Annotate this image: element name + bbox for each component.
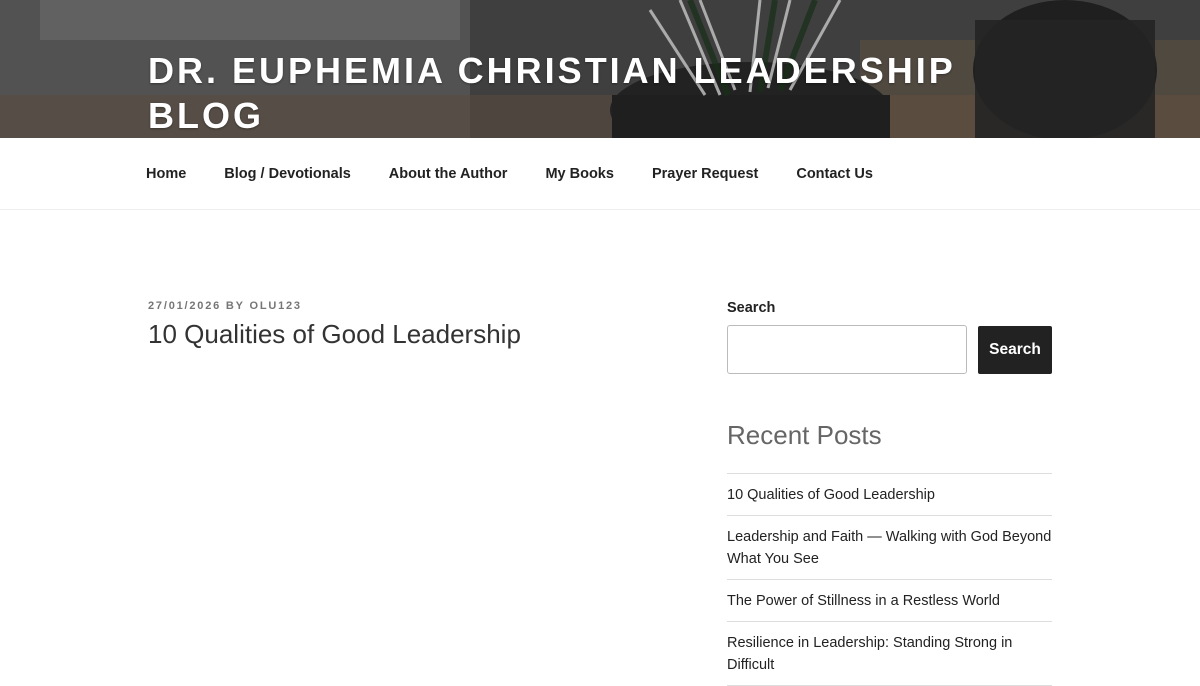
nav-link-about-author[interactable]: About the Author [370, 158, 527, 190]
recent-post-link[interactable]: Resilience in Leadership: Standing Stron… [727, 635, 1012, 673]
nav-link-prayer-request[interactable]: Prayer Request [633, 158, 777, 190]
search-input[interactable] [727, 325, 967, 374]
search-form: Search [727, 325, 1052, 374]
post-title[interactable]: 10 Qualities of Good Leadership [148, 319, 521, 350]
nav-link-contact-us[interactable]: Contact Us [777, 158, 892, 190]
main-navigation: Home Blog / Devotionals About the Author… [0, 138, 1200, 210]
nav-item-home: Home [127, 158, 205, 190]
search-label: Search [727, 300, 776, 316]
list-item: Leadership and Faith — Walking with God … [727, 516, 1052, 580]
post-author[interactable]: OLU123 [249, 300, 301, 312]
recent-post-link[interactable]: 10 Qualities of Good Leadership [727, 487, 935, 503]
site-header: DR. EUPHEMIA CHRISTIAN LEADERSHIP BLOG [0, 0, 1200, 138]
list-item: Resilience in Leadership: Standing Stron… [727, 622, 1052, 686]
post-byline-label: BY [225, 300, 245, 312]
site-title[interactable]: DR. EUPHEMIA CHRISTIAN LEADERSHIP BLOG [148, 48, 1008, 138]
recent-posts-heading: Recent Posts [727, 420, 882, 450]
nav-item-blog: Blog / Devotionals [205, 158, 370, 190]
nav-item-prayer: Prayer Request [633, 158, 777, 190]
sidebar: Search Search Recent Posts 10 Qualities … [727, 300, 1052, 686]
post-meta: 27/01/2026 BY OLU123 [148, 300, 302, 312]
nav-link-home[interactable]: Home [127, 158, 205, 190]
nav-item-about: About the Author [370, 158, 527, 190]
list-item: The Power of Stillness in a Restless Wor… [727, 580, 1052, 622]
list-item: 10 Qualities of Good Leadership [727, 474, 1052, 516]
nav-link-my-books[interactable]: My Books [526, 158, 633, 190]
search-button[interactable]: Search [978, 325, 1052, 374]
main-content: 27/01/2026 BY OLU123 10 Qualities of Goo… [0, 211, 1200, 686]
nav-link-blog-devotionals[interactable]: Blog / Devotionals [205, 158, 370, 190]
nav-menu: Home Blog / Devotionals About the Author… [0, 138, 1200, 210]
recent-post-link[interactable]: The Power of Stillness in a Restless Wor… [727, 593, 1000, 609]
recent-posts-list: 10 Qualities of Good Leadership Leadersh… [727, 473, 1052, 686]
nav-item-contact: Contact Us [777, 158, 892, 190]
post-date[interactable]: 27/01/2026 [148, 300, 221, 312]
recent-post-link[interactable]: Leadership and Faith — Walking with God … [727, 529, 1051, 567]
nav-item-books: My Books [526, 158, 633, 190]
